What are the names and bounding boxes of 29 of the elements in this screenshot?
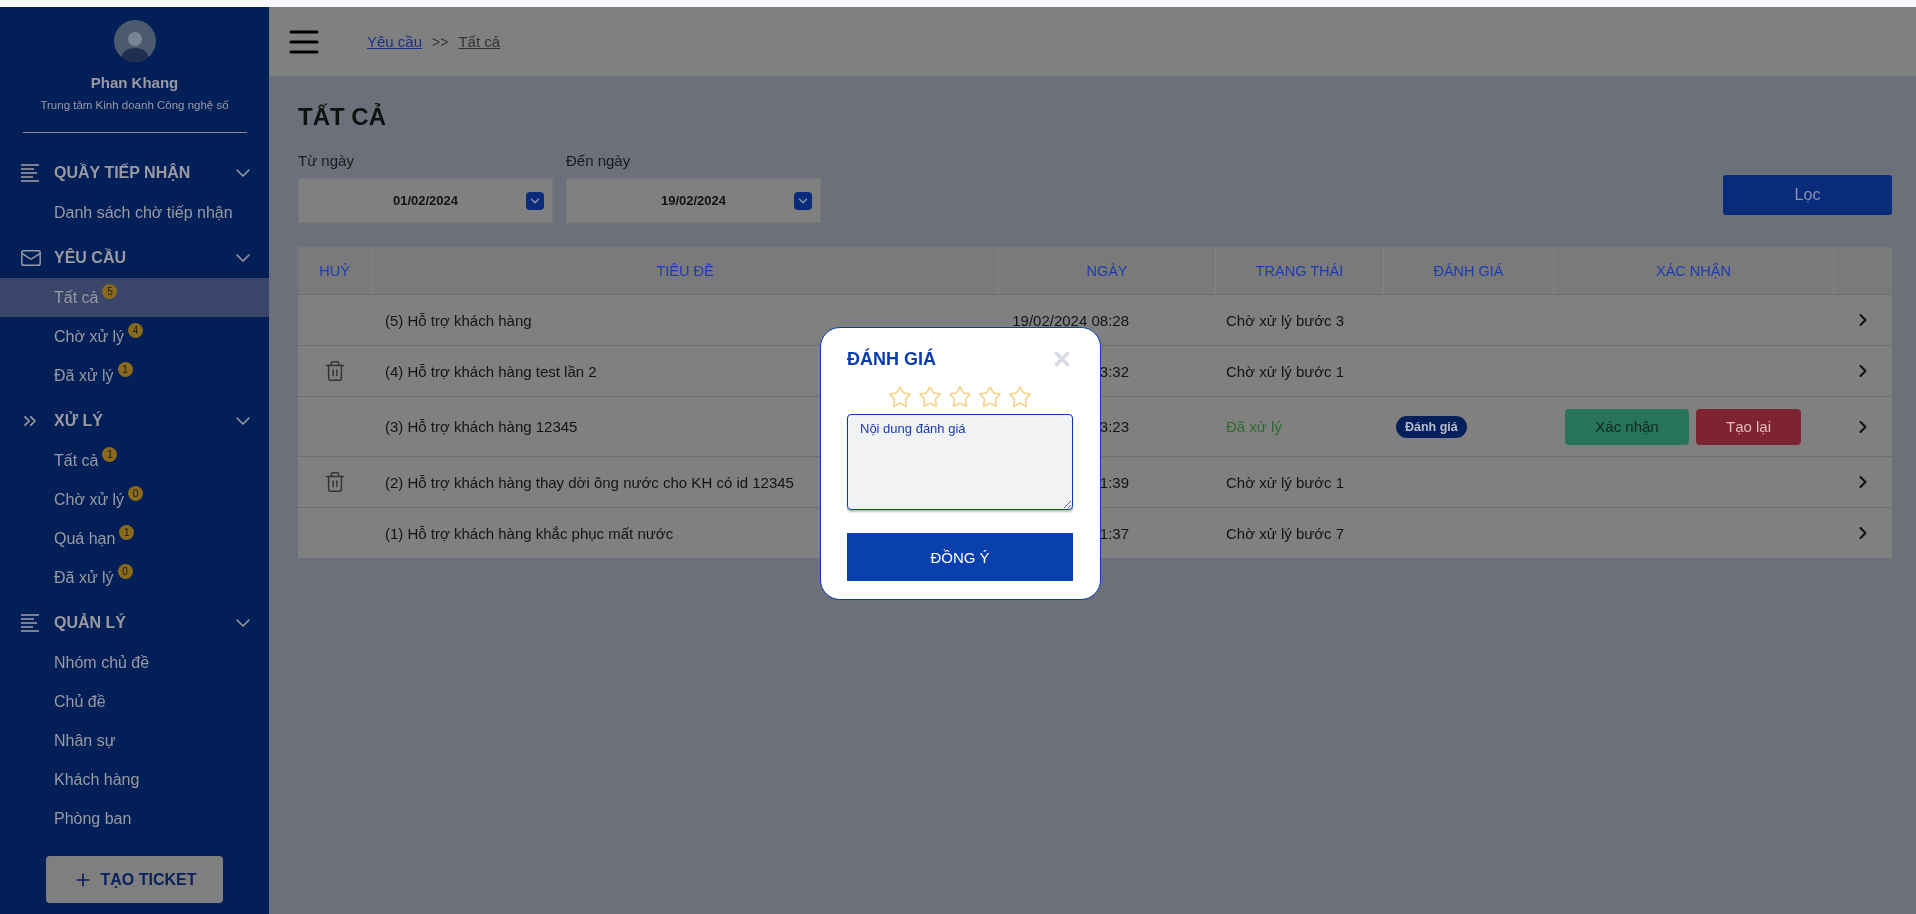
table-cell: 1:37	[1099, 524, 1129, 542]
count-badge: 4	[128, 323, 144, 338]
table-cell: 3:32	[1099, 362, 1129, 380]
user-department: Trung tâm Kinh doanh Công nghệ số	[40, 99, 229, 111]
count-badge: 0	[117, 564, 133, 579]
count-badge: 5	[102, 284, 118, 299]
count-badge: 1	[102, 447, 118, 462]
breadcrumb-separator: >>	[432, 33, 449, 50]
table-cell: 3:23	[1099, 418, 1129, 435]
table-cell: (4) Hỗ trợ khách hàng test lần 2	[385, 362, 597, 380]
table-cell: (5) Hỗ trợ khách hàng	[385, 311, 532, 329]
field-label: Từ ngày	[298, 152, 355, 169]
table-cell: 1:39	[1099, 473, 1129, 491]
status-text: Chờ xử lý bước 1	[1226, 473, 1345, 491]
count-badge: 1	[119, 525, 135, 540]
status-text: Đã xử lý	[1226, 418, 1282, 435]
field-label: Đến ngày	[566, 152, 632, 169]
user-name: Phan Khang	[90, 74, 179, 91]
status-text: Chờ xử lý bước 7	[1226, 524, 1345, 542]
page-title: TẤT CẢ	[298, 103, 387, 131]
status-text: Chờ xử lý bước 1	[1226, 362, 1345, 380]
dialog-title: ĐÁNH GIÁ	[847, 348, 936, 370]
table-cell: (2) Hỗ trợ khách hàng thay dời ông nước cho KH có id 12345	[385, 473, 794, 491]
table-cell: (1) Hỗ trợ khách hàng khắc phục mất nước	[385, 524, 674, 542]
count-badge: 0	[128, 486, 144, 501]
count-badge: 1	[117, 362, 133, 377]
status-text: Chờ xử lý bước 3	[1226, 311, 1345, 329]
table-cell: (3) Hỗ trợ khách hàng 12345	[385, 418, 578, 435]
table-cell: 19/02/2024 08:28	[1012, 311, 1129, 329]
